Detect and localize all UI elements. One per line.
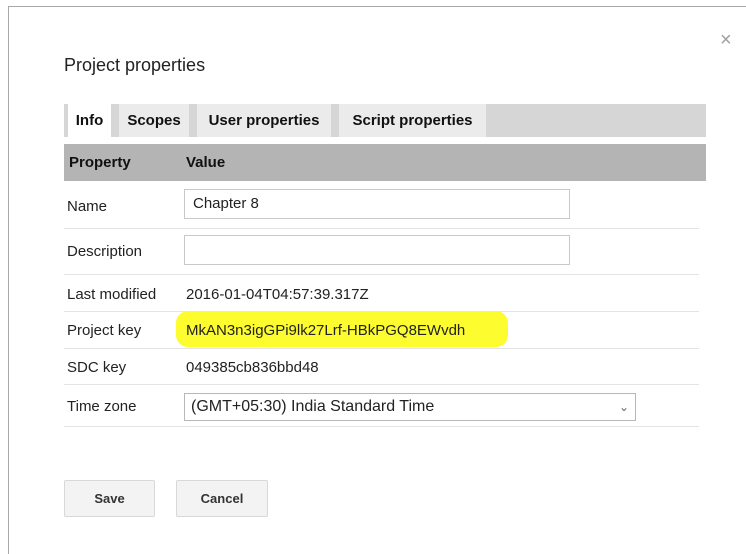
cancel-button[interactable]: Cancel bbox=[176, 480, 268, 517]
sdc-key-value: 049385cb836bbd48 bbox=[186, 359, 319, 376]
time-zone-label: Time zone bbox=[67, 398, 137, 415]
tab-bar: Info Scopes User properties Script prope… bbox=[64, 104, 706, 137]
row-name: Name Chapter 8 bbox=[64, 181, 699, 229]
row-description: Description bbox=[64, 228, 699, 275]
tab-scopes[interactable]: Scopes bbox=[119, 104, 189, 137]
row-time-zone: Time zone (GMT+05:30) India Standard Tim… bbox=[64, 384, 699, 427]
name-label: Name bbox=[67, 198, 108, 215]
description-field[interactable] bbox=[184, 235, 570, 265]
close-icon[interactable]: × bbox=[720, 30, 732, 50]
header-value: Value bbox=[186, 154, 226, 171]
row-sdc-key: SDC key 049385cb836bbd48 bbox=[64, 348, 699, 385]
description-label: Description bbox=[67, 243, 143, 260]
dialog-title: Project properties bbox=[64, 55, 206, 75]
last-modified-label: Last modified bbox=[67, 286, 157, 303]
header-property: Property bbox=[69, 154, 131, 171]
tab-user-properties[interactable]: User properties bbox=[197, 104, 331, 137]
row-project-key: Project key MkAN3n3igGPi9lk27Lrf-HBkPGQ8… bbox=[64, 311, 699, 349]
table-header: Property Value bbox=[64, 144, 706, 181]
name-field[interactable]: Chapter 8 bbox=[184, 189, 570, 219]
tab-info[interactable]: Info bbox=[68, 104, 111, 137]
time-zone-selected: (GMT+05:30) India Standard Time bbox=[191, 398, 435, 415]
chevron-down-icon: ⌄ bbox=[618, 400, 629, 414]
sdc-key-label: SDC key bbox=[67, 359, 127, 376]
row-last-modified: Last modified 2016-01-04T04:57:39.317Z bbox=[64, 274, 699, 312]
time-zone-select[interactable]: (GMT+05:30) India Standard Time ⌄ bbox=[184, 393, 636, 421]
save-button[interactable]: Save bbox=[64, 480, 155, 517]
project-key-label: Project key bbox=[67, 322, 142, 339]
last-modified-value: 2016-01-04T04:57:39.317Z bbox=[186, 286, 369, 303]
tab-script-properties[interactable]: Script properties bbox=[339, 104, 486, 137]
project-key-value: MkAN3n3igGPi9lk27Lrf-HBkPGQ8EWvdh bbox=[186, 322, 466, 339]
